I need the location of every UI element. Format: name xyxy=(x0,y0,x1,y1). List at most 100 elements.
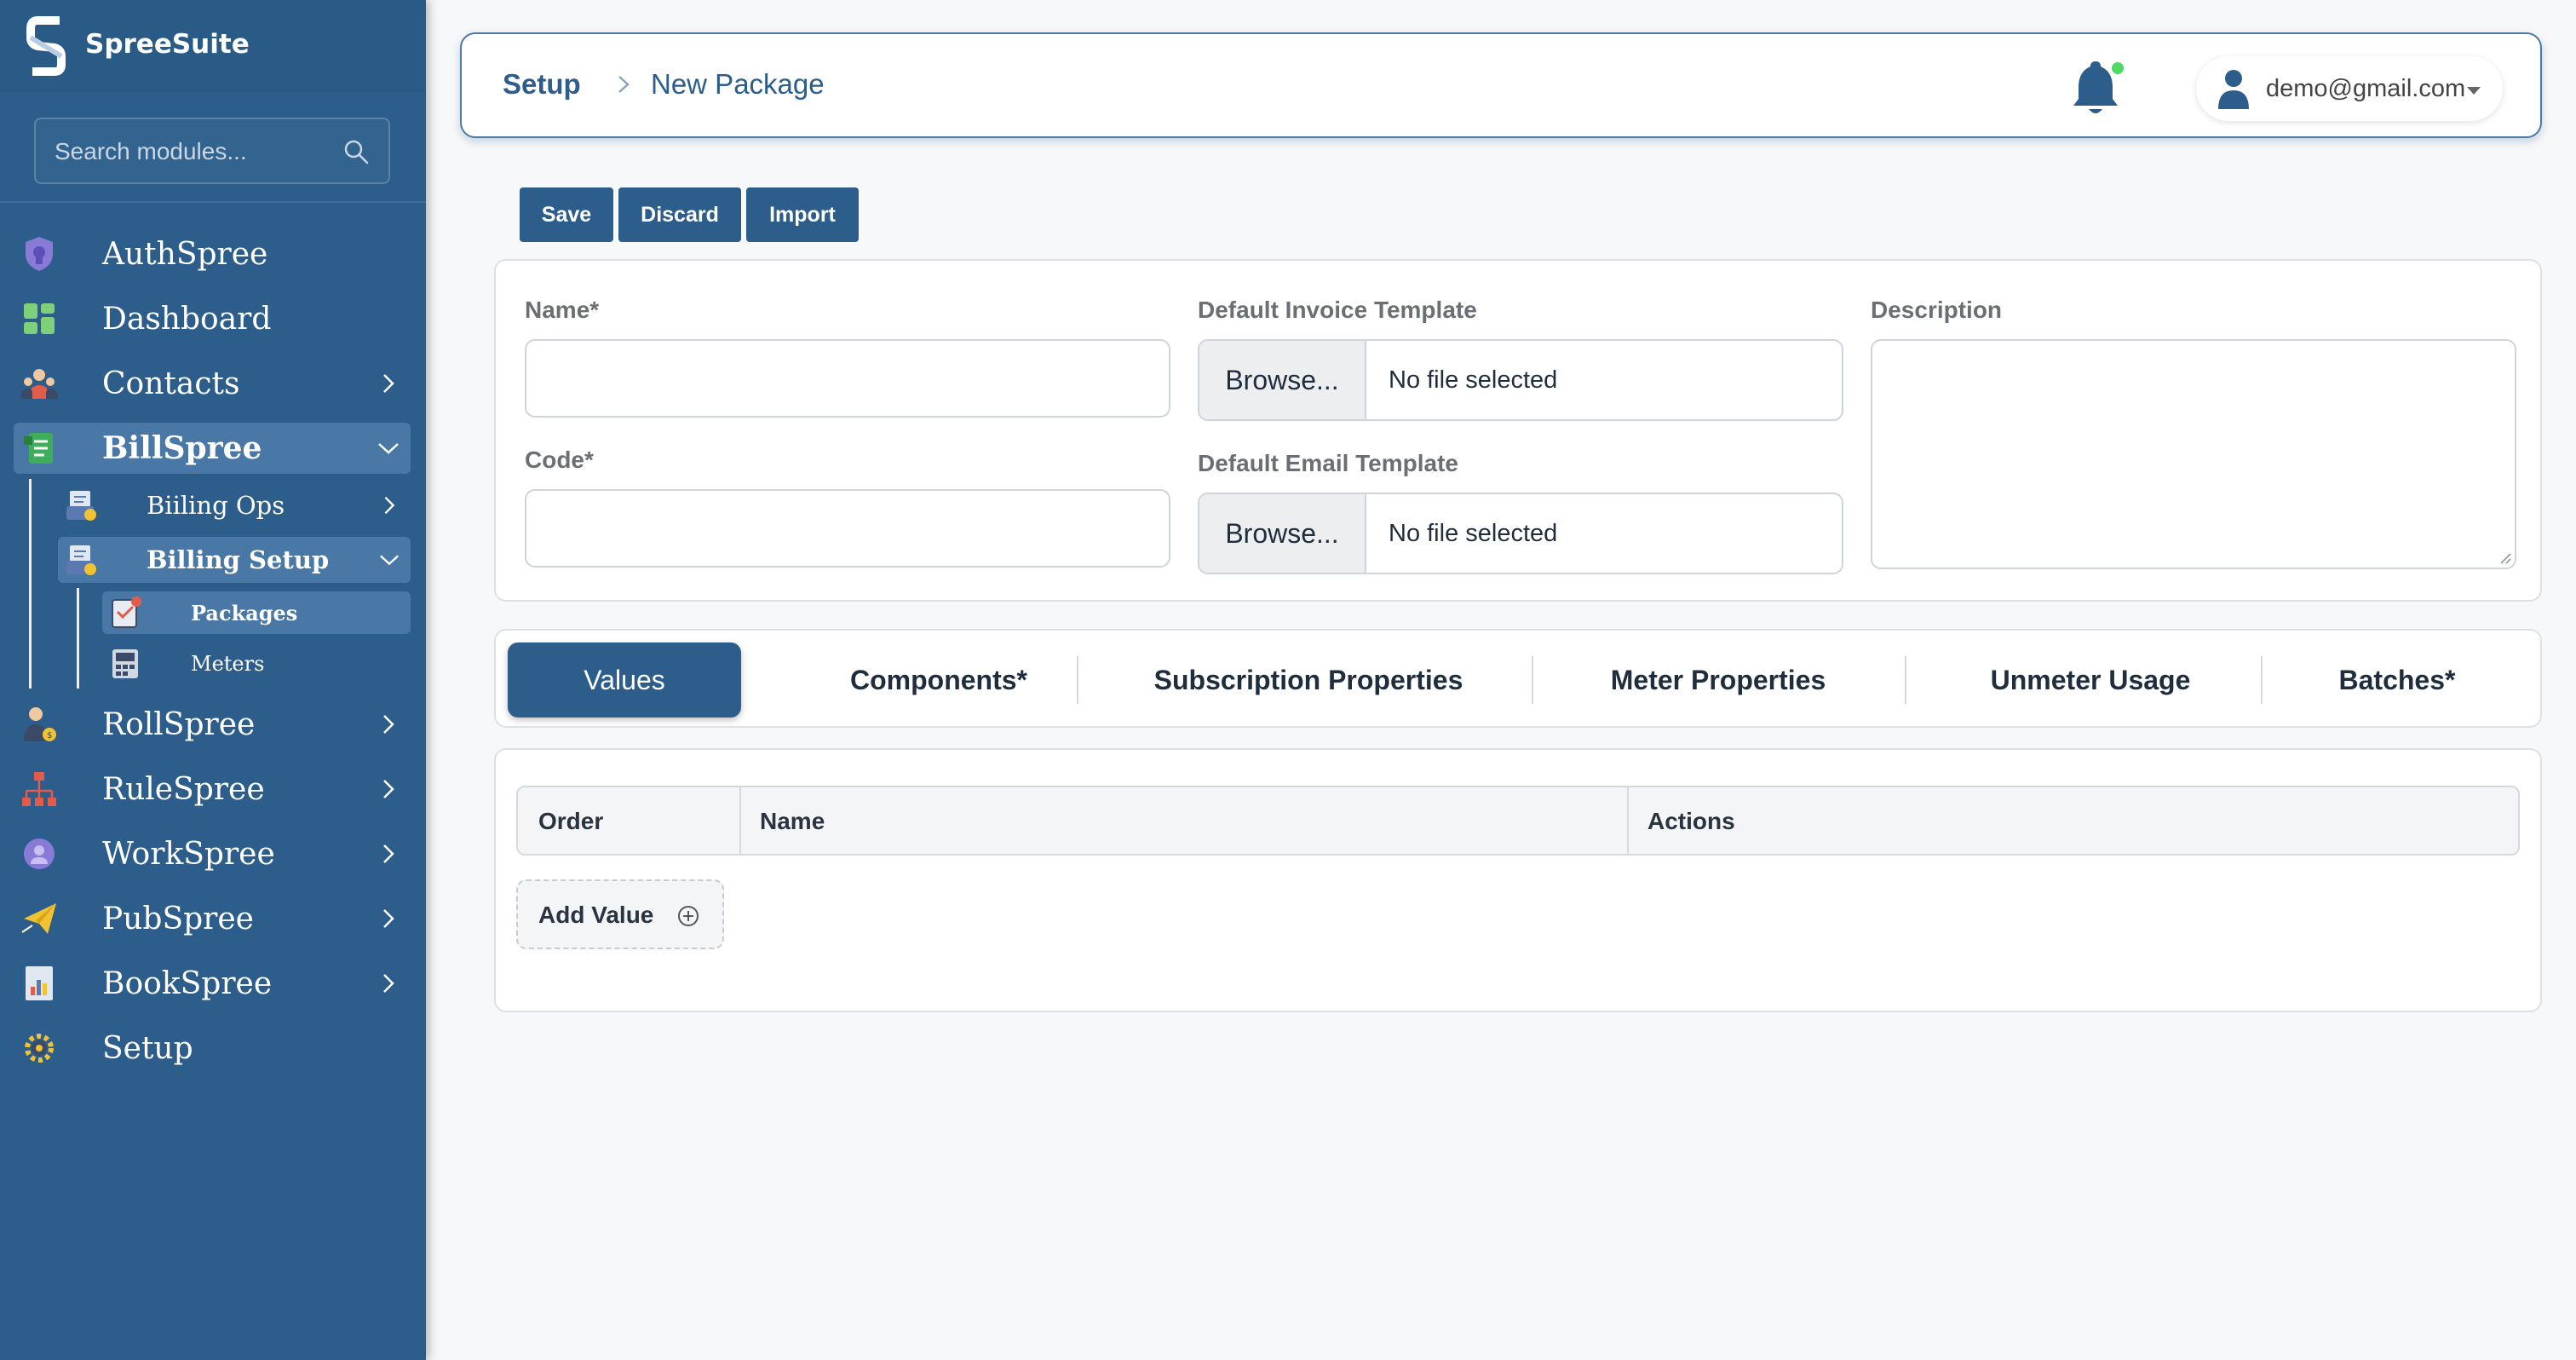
tree-line xyxy=(29,479,32,689)
breadcrumb-current: New Package xyxy=(651,68,825,100)
tab-separator xyxy=(1077,656,1078,704)
tab-subscription-properties[interactable]: Subscription Properties xyxy=(1080,643,1537,717)
sidebar-item-meters[interactable]: Meters xyxy=(102,643,411,685)
code-label: Code* xyxy=(525,447,594,473)
sidebar-item-contacts[interactable]: Contacts xyxy=(14,358,411,409)
name-label: Name* xyxy=(525,297,600,323)
bell-icon[interactable] xyxy=(2063,56,2128,121)
values-table-card: Order Name Actions Add Value xyxy=(494,748,2542,1012)
chevron-down-icon[interactable] xyxy=(377,436,400,460)
sidebar-item-authspree[interactable]: AuthSpree xyxy=(14,228,411,279)
chevron-right-icon[interactable] xyxy=(378,494,400,516)
brand-bar: SpreeSuite xyxy=(0,0,426,92)
import-button[interactable]: Import xyxy=(746,187,859,242)
search-icon[interactable] xyxy=(342,138,370,165)
tab-unmeter-usage[interactable]: Unmeter Usage xyxy=(1906,643,2274,717)
plus-circle-icon xyxy=(678,906,699,926)
rulespree-icon xyxy=(22,772,56,806)
sidebar-item-packages[interactable]: Packages xyxy=(102,591,411,634)
paper-plane-icon xyxy=(21,903,56,934)
chevron-right-icon[interactable] xyxy=(377,971,400,995)
search-input[interactable] xyxy=(55,135,344,169)
shield-icon xyxy=(26,237,53,271)
svg-text:$: $ xyxy=(47,731,52,741)
file-status: No file selected xyxy=(1389,520,1558,547)
gear-icon xyxy=(25,1034,54,1063)
resize-grip-icon[interactable] xyxy=(2498,550,2511,564)
chevron-right-icon[interactable] xyxy=(377,907,400,931)
sidebar-item-pubspree[interactable]: PubSpree xyxy=(14,893,411,944)
browse-button[interactable]: Browse... xyxy=(1199,494,1366,573)
dashboard-icon xyxy=(24,303,55,334)
column-separator xyxy=(739,787,741,854)
chevron-right-icon[interactable] xyxy=(377,777,400,801)
email-template-file-input[interactable]: Browse... No file selected xyxy=(1198,493,1843,574)
chevron-right-icon xyxy=(618,76,630,93)
billing-ops-icon xyxy=(66,491,96,521)
rollspree-icon: $ xyxy=(24,707,56,741)
sidebar: SpreeSuite AuthSpree Dashboard xyxy=(0,0,426,1360)
sidebar-item-dashboard[interactable]: Dashboard xyxy=(14,293,411,344)
sidebar-item-label: Contacts xyxy=(102,366,240,401)
column-header-order: Order xyxy=(538,808,604,834)
package-form: Name* Code* Default Invoice Template Bro… xyxy=(494,259,2542,602)
tab-meter-properties[interactable]: Meter Properties xyxy=(1533,643,1903,717)
caret-down-icon xyxy=(2467,87,2481,95)
chevron-down-icon[interactable] xyxy=(378,549,400,571)
tab-batches[interactable]: Batches* xyxy=(2263,643,2532,717)
spreesuite-logo-icon xyxy=(26,16,66,76)
sidebar-item-label: AuthSpree xyxy=(102,236,268,272)
browse-button[interactable]: Browse... xyxy=(1199,341,1366,419)
name-input[interactable] xyxy=(525,339,1170,418)
brand-name: SpreeSuite xyxy=(85,29,250,60)
add-value-label: Add Value xyxy=(538,902,654,928)
sidebar-item-setup[interactable]: Setup xyxy=(14,1023,411,1074)
table-header: Order Name Actions xyxy=(516,786,2520,856)
discard-button[interactable]: Discard xyxy=(618,187,741,242)
sidebar-item-billing-setup[interactable]: Billing Setup xyxy=(58,537,411,583)
sidebar-item-label: WorkSpree xyxy=(102,836,275,872)
sidebar-item-rulespree[interactable]: RuleSpree xyxy=(14,764,411,815)
sidebar-item-label: Dashboard xyxy=(102,301,272,337)
sidebar-item-rollspree[interactable]: $ RollSpree xyxy=(14,699,411,750)
tab-values[interactable]: Values xyxy=(508,643,741,717)
sidebar-item-label: RollSpree xyxy=(102,706,256,742)
sidebar-item-label: Billing Setup xyxy=(147,545,330,574)
sidebar-item-workspree[interactable]: WorkSpree xyxy=(14,828,411,879)
code-input[interactable] xyxy=(525,489,1170,568)
module-search[interactable] xyxy=(34,118,390,184)
packages-icon xyxy=(112,596,141,628)
workspree-icon xyxy=(24,838,55,869)
column-header-actions: Actions xyxy=(1647,808,1735,834)
description-label: Description xyxy=(1871,297,2003,323)
sidebar-item-label: Biiling Ops xyxy=(147,491,285,520)
sidebar-item-label: Packages xyxy=(191,600,298,625)
chevron-right-icon[interactable] xyxy=(377,712,400,736)
sidebar-item-label: Setup xyxy=(102,1030,193,1066)
breadcrumb-root[interactable]: Setup xyxy=(503,68,581,101)
chevron-right-icon[interactable] xyxy=(377,842,400,866)
sidebar-item-bookspree[interactable]: BookSpree xyxy=(14,958,411,1009)
sidebar-item-billing-ops[interactable]: Biiling Ops xyxy=(58,482,411,528)
sidebar-item-label: Meters xyxy=(191,652,265,676)
sidebar-item-label: RuleSpree xyxy=(102,771,265,807)
sidebar-item-label: BillSpree xyxy=(102,430,262,466)
top-header: Setup New Package demo@gmail.com xyxy=(460,32,2542,138)
column-header-name: Name xyxy=(760,808,825,834)
sidebar-item-billspree[interactable]: BillSpree xyxy=(14,423,411,474)
description-textarea[interactable] xyxy=(1871,339,2516,569)
sidebar-item-label: BookSpree xyxy=(102,965,273,1001)
tab-components[interactable]: Components* xyxy=(751,643,1126,717)
user-menu[interactable]: demo@gmail.com xyxy=(2196,56,2503,121)
tab-bar: Values Components* Subscription Properti… xyxy=(494,629,2542,728)
tree-line xyxy=(77,588,79,689)
chevron-right-icon[interactable] xyxy=(377,372,400,395)
contacts-icon xyxy=(20,369,58,399)
add-value-button[interactable]: Add Value xyxy=(516,879,724,949)
billspree-icon xyxy=(24,433,53,464)
sidebar-divider xyxy=(0,201,426,203)
save-button[interactable]: Save xyxy=(520,187,613,242)
user-email: demo@gmail.com xyxy=(2266,75,2466,102)
user-icon xyxy=(2218,70,2249,109)
invoice-template-file-input[interactable]: Browse... No file selected xyxy=(1198,339,1843,421)
